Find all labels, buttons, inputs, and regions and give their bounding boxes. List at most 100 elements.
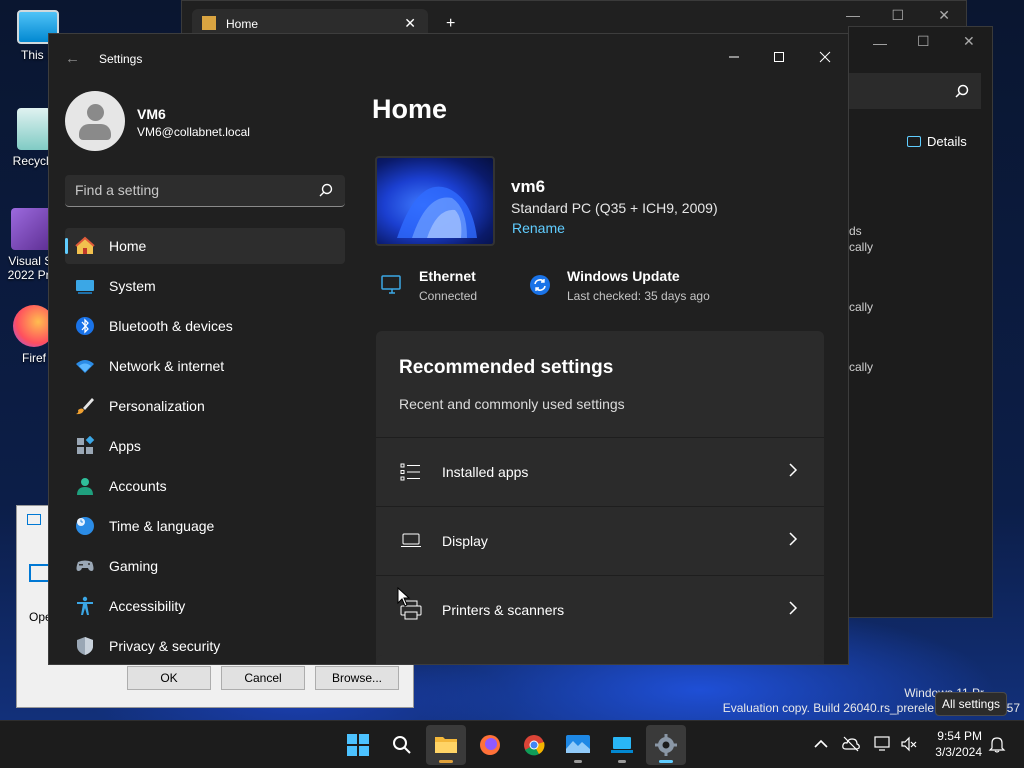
close-icon[interactable]: ✕ (963, 33, 975, 50)
taskbar-remote[interactable] (602, 725, 642, 765)
shield-icon (77, 637, 93, 655)
brush-icon (76, 398, 94, 415)
sidebar-item-system[interactable]: System (65, 268, 345, 304)
windows-bloom-image (397, 186, 477, 238)
accessibility-icon (77, 596, 93, 615)
firefox-icon (480, 735, 500, 755)
browse-button[interactable]: Browse... (315, 666, 399, 690)
notification-bell-icon[interactable] (988, 735, 1006, 753)
sidebar-item-bluetooth[interactable]: Bluetooth & devices (65, 308, 345, 344)
minimize-icon[interactable]: — (846, 7, 860, 23)
user-email: VM6@collabnet.local (137, 125, 250, 139)
taskbar-photos[interactable] (558, 725, 598, 765)
page-title: Home (372, 94, 448, 124)
back-arrow-icon[interactable]: ← (65, 50, 80, 67)
chevron-up-icon[interactable] (812, 735, 830, 753)
taskbar-chrome[interactable] (514, 725, 554, 765)
recommended-title: Recommended settings (399, 357, 614, 378)
close-button[interactable] (802, 42, 848, 74)
sidebar-item-privacy-security[interactable]: Privacy & security (65, 628, 345, 664)
clock-time: 9:54 PM (937, 729, 982, 743)
avatar[interactable] (65, 91, 125, 151)
file-explorer-icon (435, 737, 457, 753)
search-input[interactable] (75, 175, 305, 205)
pc-wallpaper-thumbnail (375, 156, 495, 246)
clock[interactable]: 9:54 PM 3/3/2024 (922, 729, 982, 759)
title-bar[interactable]: ← Settings (49, 34, 848, 82)
close-icon[interactable]: ✕ (938, 7, 950, 24)
watermark-tail: 57 (1006, 701, 1020, 715)
avatar-head (87, 104, 104, 121)
ethernet-icon (381, 275, 401, 294)
ok-button[interactable]: OK (127, 666, 211, 690)
maximize-icon[interactable]: ☐ (917, 33, 930, 50)
details-pane-icon (907, 136, 921, 147)
network-icon[interactable] (874, 735, 892, 753)
sidebar-item-personalization[interactable]: Personalization (65, 388, 345, 424)
taskbar-settings[interactable] (646, 725, 686, 765)
start-icon (347, 734, 369, 756)
apps-icon (77, 436, 95, 454)
windows-update-status[interactable]: Windows Update Last checked: 35 days ago (529, 268, 749, 308)
search-icon (393, 736, 411, 754)
start-button[interactable] (338, 725, 378, 765)
sidebar-nav: Home System Bluetooth & devices Network … (65, 228, 345, 664)
maximize-icon[interactable]: ☐ (891, 7, 904, 24)
ethernet-status[interactable]: Ethernet Connected (381, 268, 521, 308)
recommended-item-printers[interactable]: Printers & scanners (376, 575, 824, 643)
sidebar-item-accessibility[interactable]: Accessibility (65, 588, 345, 624)
explorer-search-box[interactable] (849, 73, 981, 109)
user-name: VM6 (137, 106, 166, 122)
close-tab-icon[interactable]: ✕ (404, 15, 416, 32)
minimize-button[interactable] (711, 42, 757, 74)
recommended-item-installed-apps[interactable]: Installed apps (376, 437, 824, 505)
cancel-button[interactable]: Cancel (221, 666, 305, 690)
chrome-icon (524, 735, 545, 756)
settings-window[interactable]: ← Settings VM6 VM6@collabnet.local Home … (48, 33, 849, 665)
pc-name: vm6 (511, 177, 546, 196)
tooltip: All settings (935, 692, 1008, 716)
volume-muted-icon[interactable] (900, 735, 918, 753)
minimize-icon[interactable]: — (873, 35, 887, 51)
search-icon (319, 183, 333, 197)
installed-apps-icon (400, 463, 420, 481)
sidebar-item-accounts[interactable]: Accounts (65, 468, 345, 504)
cloud-offline-icon[interactable] (842, 735, 860, 753)
globe-clock-icon (76, 517, 94, 535)
wifi-icon (76, 360, 94, 373)
gamepad-icon (76, 560, 94, 571)
remote-icon (611, 737, 633, 753)
sidebar-item-network[interactable]: Network & internet (65, 348, 345, 384)
home-icon (202, 16, 216, 30)
maximize-icon (774, 52, 784, 62)
recycle-bin-icon (17, 108, 51, 150)
details-button[interactable]: Details (907, 134, 967, 149)
chevron-right-icon (789, 532, 798, 546)
recommended-subtitle: Recent and commonly used settings (399, 396, 625, 412)
recommended-item-display[interactable]: Display (376, 506, 824, 574)
rename-link[interactable]: Rename (512, 220, 565, 236)
recommended-settings-card: Recommended settings Recent and commonly… (376, 331, 824, 664)
running-indicator (439, 760, 453, 763)
maximize-button[interactable] (756, 42, 802, 74)
sidebar-item-gaming[interactable]: Gaming (65, 548, 345, 584)
visual-studio-icon (11, 208, 53, 250)
watermark-line2: Evaluation copy. Build 26040.rs_prerele (722, 701, 934, 715)
sidebar-item-time-language[interactable]: Time & language (65, 508, 345, 544)
background-explorer-window-2[interactable]: — ☐ ✕ Details ds cally cally cally (848, 26, 993, 618)
clock-date: 3/3/2024 (935, 745, 982, 759)
app-title: Settings (99, 52, 143, 66)
taskbar-firefox[interactable] (470, 725, 510, 765)
chevron-right-icon (789, 601, 798, 615)
taskbar: 9:54 PM 3/3/2024 (0, 720, 1024, 768)
pc-model: Standard PC (Q35 + ICH9, 2009) (511, 200, 718, 216)
taskbar-file-explorer[interactable] (426, 725, 466, 765)
sidebar-item-home[interactable]: Home (65, 228, 345, 264)
taskbar-search-button[interactable] (382, 725, 422, 765)
sidebar-item-apps[interactable]: Apps (65, 428, 345, 464)
chevron-right-icon (789, 463, 798, 477)
search-box[interactable] (65, 175, 345, 207)
new-tab-icon[interactable]: + (446, 15, 455, 33)
settings-icon (655, 734, 677, 756)
display-icon (401, 533, 421, 547)
